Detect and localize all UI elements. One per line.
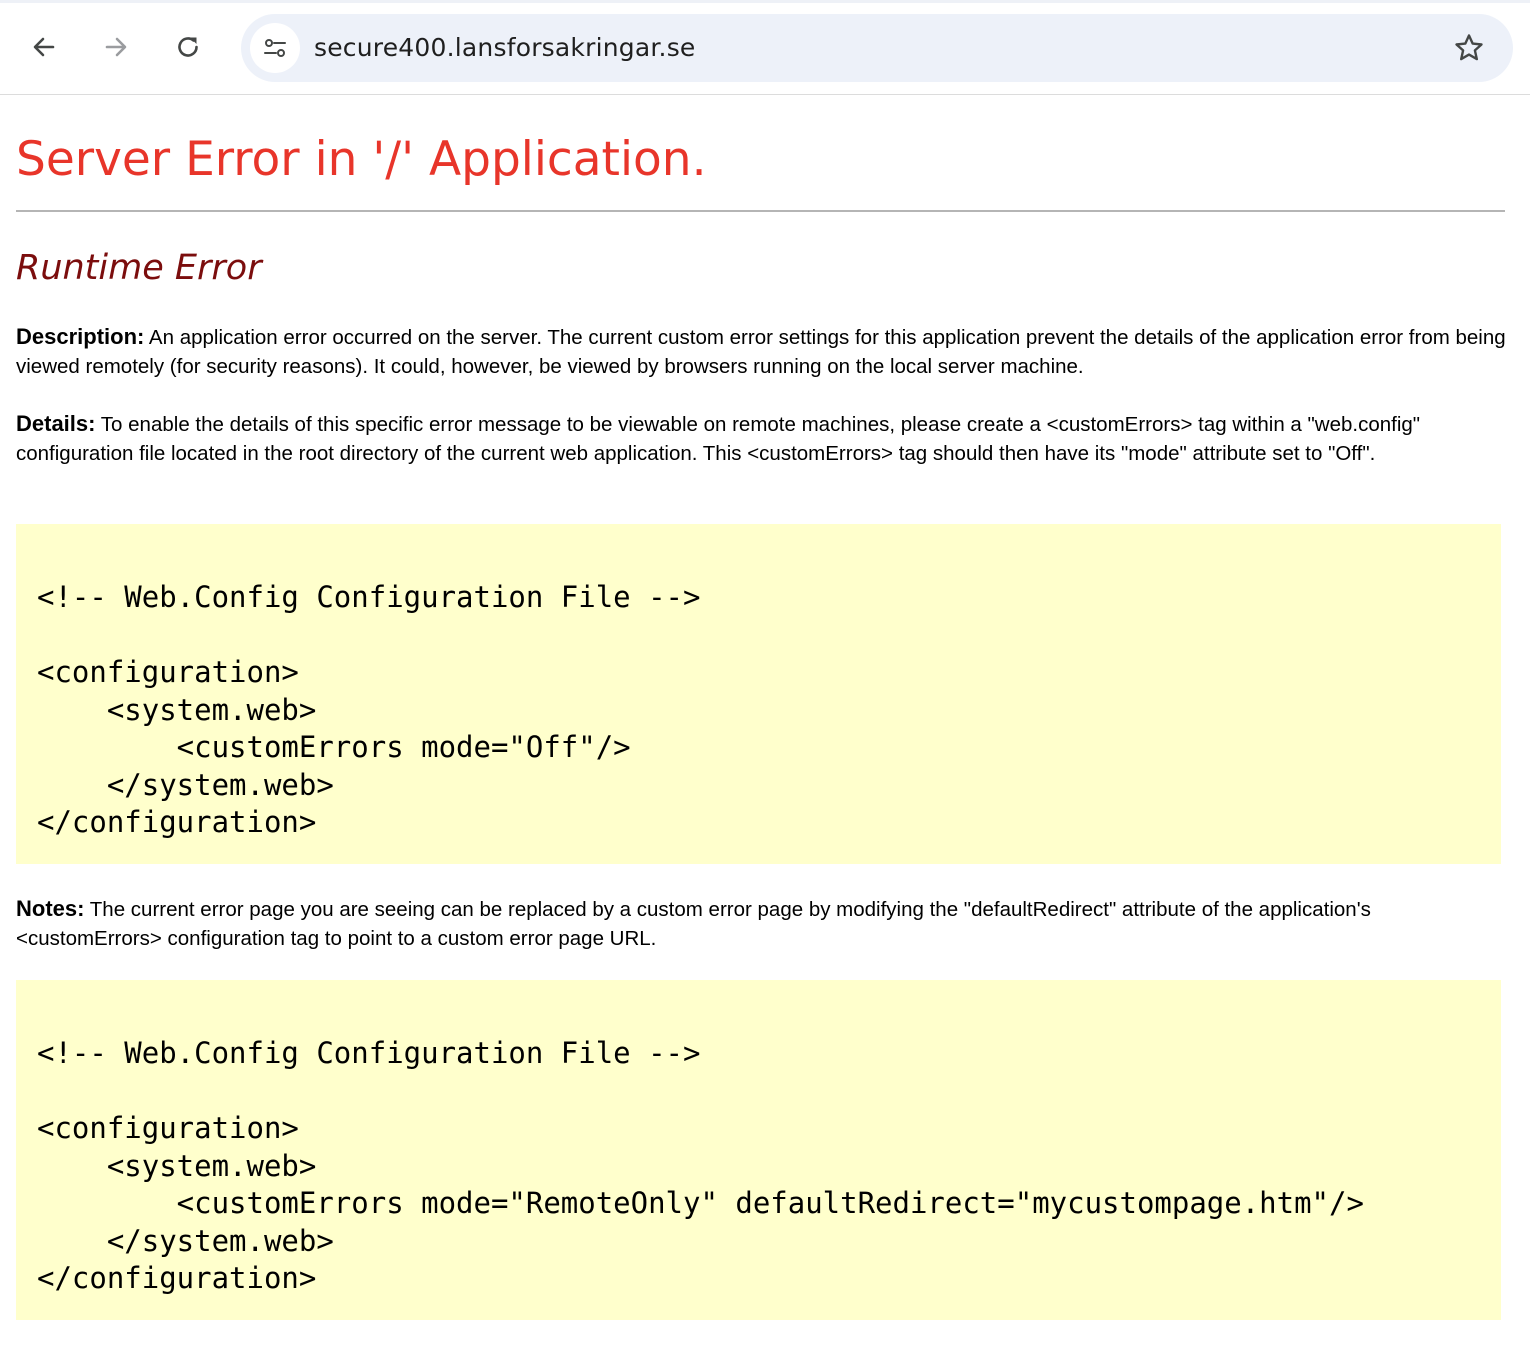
address-bar[interactable]: secure400.lansforsakringar.se xyxy=(241,14,1513,82)
tab-strip-edge xyxy=(0,0,1530,3)
code-block-config-off: <!-- Web.Config Configuration File --> <… xyxy=(16,524,1501,864)
page-title: Server Error in '/' Application. xyxy=(16,132,707,187)
code-sample-off: <!-- Web.Config Configuration File --> <… xyxy=(37,580,701,839)
notes-paragraph: Notes: The current error page you are se… xyxy=(16,894,1506,953)
description-text: An application error occurred on the ser… xyxy=(16,326,1506,378)
error-type-heading: Runtime Error xyxy=(16,248,262,288)
browser-toolbar: secure400.lansforsakringar.se xyxy=(0,0,1530,95)
site-info-button[interactable] xyxy=(250,23,300,73)
details-paragraph: Details: To enable the details of this s… xyxy=(16,409,1506,468)
star-icon[interactable] xyxy=(1453,32,1485,64)
title-divider xyxy=(16,210,1505,212)
details-text: To enable the details of this specific e… xyxy=(16,413,1421,465)
reload-icon xyxy=(178,37,198,57)
back-button[interactable] xyxy=(19,22,69,72)
arrow-right-icon xyxy=(105,37,127,57)
notes-text: The current error page you are seeing ca… xyxy=(16,898,1371,950)
forward-button[interactable] xyxy=(91,22,141,72)
details-label: Details: xyxy=(16,411,96,436)
url-text[interactable]: secure400.lansforsakringar.se xyxy=(314,14,696,82)
description-paragraph: Description: An application error occurr… xyxy=(16,322,1506,381)
reload-button[interactable] xyxy=(163,22,213,72)
code-block-config-remote-only: <!-- Web.Config Configuration File --> <… xyxy=(16,980,1501,1320)
description-label: Description: xyxy=(16,324,145,349)
tune-icon xyxy=(264,39,286,57)
notes-label: Notes: xyxy=(16,896,85,921)
code-sample-remote-only: <!-- Web.Config Configuration File --> <… xyxy=(37,1036,1364,1295)
arrow-left-icon xyxy=(33,37,55,57)
